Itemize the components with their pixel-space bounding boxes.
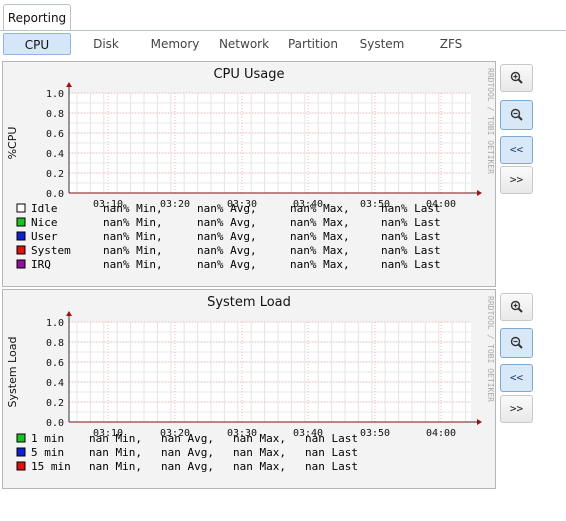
forward-button-2[interactable]: >> — [500, 395, 533, 423]
zoom-in-icon — [510, 300, 523, 313]
legend-avg: nan% Avg, — [197, 258, 257, 271]
y-tick-label: 0.0 — [46, 189, 64, 200]
zoom-out-button-2[interactable] — [500, 328, 533, 358]
legend-name: 1 min — [31, 432, 64, 445]
legend-swatch — [16, 245, 26, 255]
y-tick-label: 1.0 — [46, 318, 64, 329]
legend-max: nan Max, — [233, 432, 286, 445]
zoom-in-button-2[interactable] — [500, 293, 533, 321]
legend-max: nan Max, — [233, 446, 286, 459]
system-load-plot: System Load System Load RRDTOOL / TOBI OET… — [6, 295, 495, 473]
back-button-2[interactable]: << — [500, 364, 533, 392]
legend-last: nan% Last — [381, 230, 441, 243]
legend-avg: nan Avg, — [161, 446, 214, 459]
system-load-graph: System Load System Load RRDTOOL / TOBI OET… — [2, 289, 496, 489]
legend-last: nan Last — [305, 446, 358, 459]
zoom-in-icon — [510, 71, 523, 84]
x-axis-arrow — [477, 419, 482, 425]
y-tick-label: 0.4 — [46, 378, 64, 389]
cpu-usage-plot: CPU Usage %CPU RRDTOOL / TOBI OETIKER 1.0 0.… — [6, 67, 495, 271]
zoom-in-button[interactable] — [500, 64, 533, 92]
legend-max: nan% Max, — [290, 202, 350, 215]
legend-min: nan Min, — [89, 446, 142, 459]
y-tick-label: 0.2 — [46, 169, 64, 180]
legend-avg: nan Avg, — [161, 460, 214, 473]
y-tick-label: 0.8 — [46, 338, 64, 349]
y-tick-label: 0.0 — [46, 418, 64, 429]
forward-button[interactable]: >> — [500, 166, 533, 194]
y-tick-label: 1.0 — [46, 89, 64, 100]
legend-name: 15 min — [31, 460, 71, 473]
legend-last: nan Last — [305, 460, 358, 473]
y-axis-label: System Load — [6, 337, 19, 408]
graph-title: CPU Usage — [213, 67, 284, 82]
main-tabstrip: Reporting — [0, 0, 566, 31]
legend-swatch — [16, 203, 26, 213]
legend-avg: nan% Avg, — [197, 202, 257, 215]
y-axis-label: %CPU — [6, 127, 19, 160]
legend-swatch — [16, 217, 26, 227]
legend-avg: nan% Avg, — [197, 216, 257, 229]
rrdtool-watermark: RRDTOOL / TOBI OETIKER — [486, 296, 495, 402]
y-tick-label: 0.2 — [46, 398, 64, 409]
tab-reporting[interactable]: Reporting — [3, 4, 71, 30]
zoom-out-icon — [510, 336, 523, 349]
y-tick-label: 0.6 — [46, 129, 64, 140]
legend-max: nan% Max, — [290, 230, 350, 243]
legend-swatch — [16, 231, 26, 241]
cpu-usage-graph: CPU Usage %CPU RRDTOOL / TOBI OETIKER 1.0 0.… — [2, 61, 496, 287]
legend-min: nan% Min, — [103, 230, 163, 243]
legend-avg: nan% Avg, — [197, 244, 257, 257]
legend-min: nan% Min, — [103, 202, 163, 215]
subtab-network[interactable]: Network — [214, 33, 274, 55]
legend-last: nan% Last — [381, 216, 441, 229]
legend-swatch — [16, 461, 26, 471]
legend-min: nan% Min, — [103, 244, 163, 257]
y-axis-arrow — [66, 82, 72, 87]
legend-max: nan% Max, — [290, 244, 350, 257]
subtab-zfs[interactable]: ZFS — [425, 33, 477, 55]
legend-last: nan% Last — [381, 258, 441, 271]
y-axis-arrow — [66, 311, 72, 316]
legend-max: nan% Max, — [290, 258, 350, 271]
subtab-memory[interactable]: Memory — [145, 33, 205, 55]
subtab-partition[interactable]: Partition — [283, 33, 343, 55]
legend-name: Idle — [31, 202, 58, 215]
x-tick-label: 03:50 — [360, 428, 390, 439]
y-tick-label: 0.4 — [46, 149, 64, 160]
zoom-out-icon — [510, 108, 523, 121]
x-axis-arrow — [477, 190, 482, 196]
rrdtool-watermark: RRDTOOL / TOBI OETIKER — [486, 68, 495, 174]
legend-swatch — [16, 433, 26, 443]
legend-min: nan Min, — [89, 432, 142, 445]
legend-min: nan% Min, — [103, 216, 163, 229]
legend-min: nan% Min, — [103, 258, 163, 271]
legend-last: nan% Last — [381, 244, 441, 257]
legend-max: nan% Max, — [290, 216, 350, 229]
legend-name: System — [31, 244, 71, 257]
legend-last: nan% Last — [381, 202, 441, 215]
legend-swatch — [16, 259, 26, 269]
x-tick-label: 03:20 — [160, 199, 190, 210]
reporting-subnav: CPU Disk Memory Network Partition System… — [0, 31, 566, 58]
x-tick-label: 04:00 — [426, 428, 456, 439]
legend-name: Nice — [31, 216, 58, 229]
legend-min: nan Min, — [89, 460, 142, 473]
y-tick-label: 0.8 — [46, 109, 64, 120]
legend-swatch — [16, 447, 26, 457]
legend-max: nan Max, — [233, 460, 286, 473]
legend-name: 5 min — [31, 446, 64, 459]
subtab-disk[interactable]: Disk — [79, 33, 133, 55]
y-tick-label: 0.6 — [46, 358, 64, 369]
back-button[interactable]: << — [500, 136, 533, 164]
legend-last: nan Last — [305, 432, 358, 445]
subtab-system[interactable]: System — [354, 33, 410, 55]
legend-avg: nan% Avg, — [197, 230, 257, 243]
legend-name: IRQ — [31, 258, 51, 271]
legend-avg: nan Avg, — [161, 432, 214, 445]
legend-name: User — [31, 230, 58, 243]
subtab-cpu[interactable]: CPU — [3, 33, 71, 55]
zoom-out-button[interactable] — [500, 100, 533, 130]
graph-title: System Load — [207, 295, 291, 310]
